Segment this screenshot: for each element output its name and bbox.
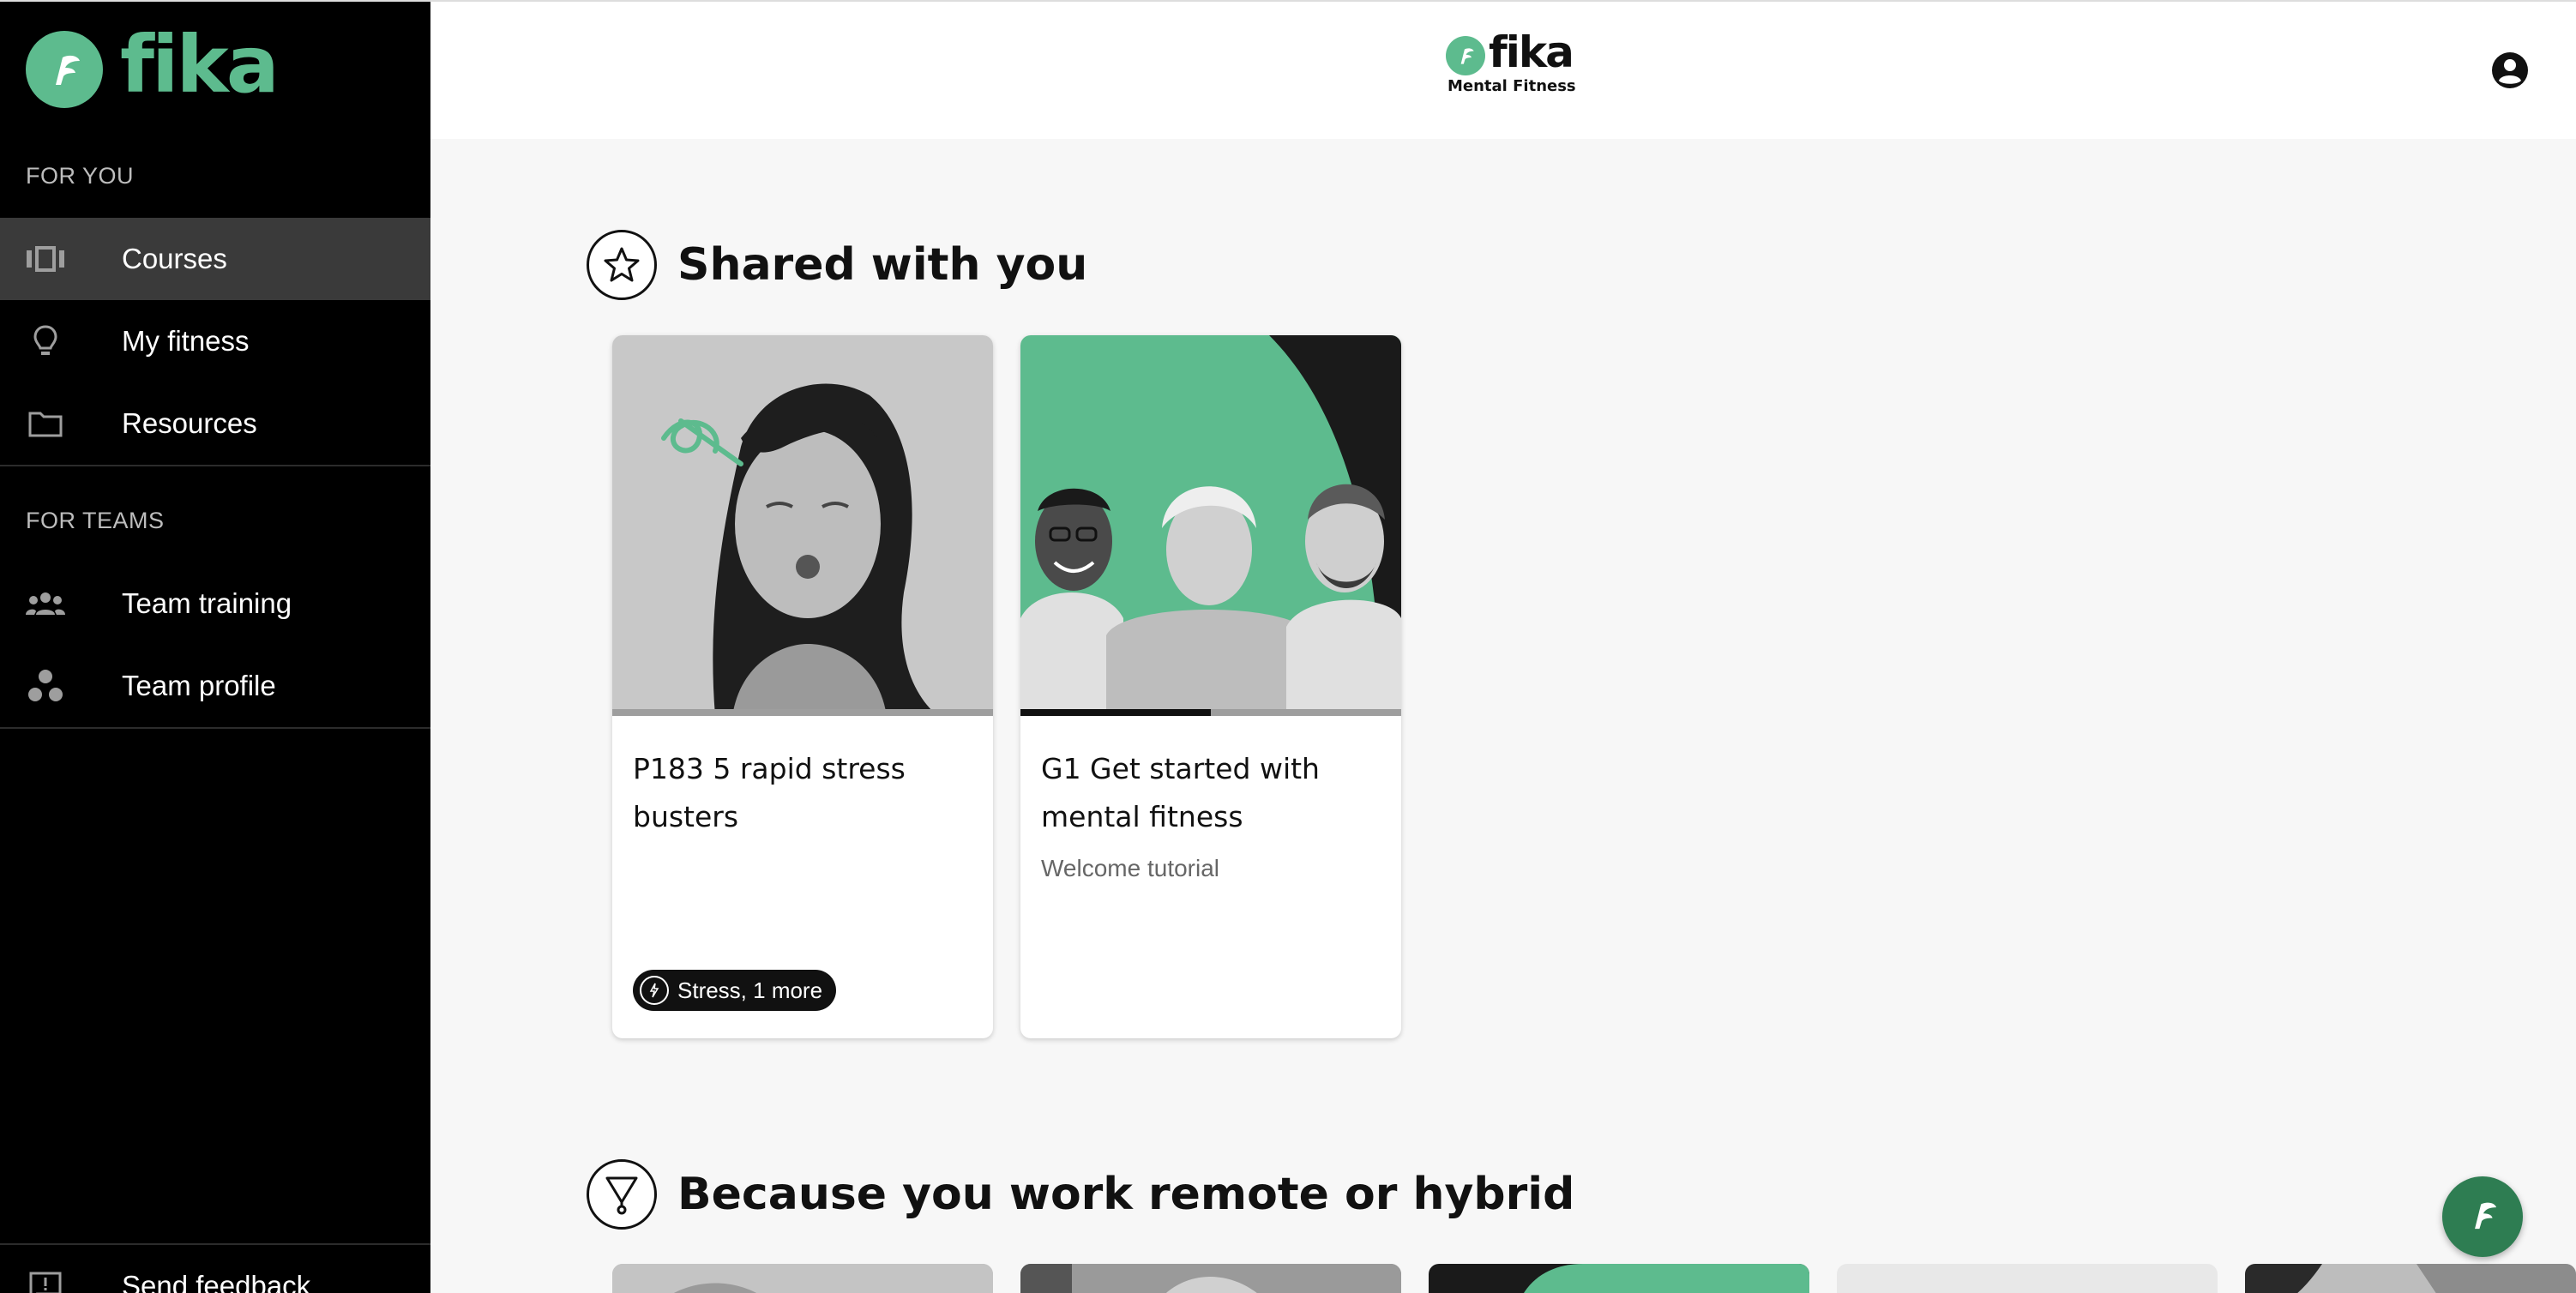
sidebar-divider <box>0 465 430 466</box>
section-label-for-you: FOR YOU <box>26 163 135 189</box>
sidebar-item-label: Team training <box>122 587 292 619</box>
star-icon <box>587 230 657 300</box>
section-title: Shared with you <box>677 239 1088 291</box>
courses-icon <box>22 236 69 282</box>
sidebar-item-team-profile[interactable]: Team profile <box>0 645 430 727</box>
sidebar-item-send-feedback[interactable]: Send feedback <box>0 1245 430 1293</box>
course-card[interactable] <box>1429 1264 1809 1293</box>
tag-label: Stress, 1 more <box>677 977 823 1003</box>
section-label-for-teams: FOR TEAMS <box>26 508 165 533</box>
account-icon[interactable] <box>2491 51 2529 89</box>
sidebar-item-label: My fitness <box>122 325 250 357</box>
course-card[interactable] <box>612 1264 993 1293</box>
tag-chip[interactable]: Stress, 1 more <box>633 970 837 1011</box>
feedback-icon <box>22 1263 69 1293</box>
section-header-remote: Because you work remote or hybrid <box>587 1159 1574 1230</box>
course-image <box>1020 335 1401 716</box>
course-progress <box>612 709 993 716</box>
course-subtitle: Welcome tutorial <box>1041 855 1220 881</box>
fika-chat-button[interactable] <box>2442 1176 2523 1257</box>
lightbulb-icon <box>22 318 69 364</box>
course-title: G1 Get started with mental fitness <box>1041 752 1320 833</box>
course-title: P183 5 rapid stress busters <box>633 752 906 833</box>
fika-logo[interactable]: fika <box>26 26 280 108</box>
section-header-shared: Shared with you <box>587 230 1087 300</box>
section-title: Because you work remote or hybrid <box>677 1169 1575 1220</box>
header-logo[interactable]: fika Mental Fitness <box>1446 31 1583 95</box>
course-card[interactable] <box>1837 1264 2218 1293</box>
stress-icon <box>640 976 669 1005</box>
group-icon <box>22 580 69 627</box>
sidebar: fika FOR YOU Courses My fitness Resource… <box>0 0 430 1293</box>
sidebar-item-label: Send feedback <box>122 1270 311 1293</box>
circles-icon <box>22 663 69 709</box>
filter-icon <box>587 1159 657 1230</box>
fika-leaf-icon <box>1446 36 1485 75</box>
sidebar-item-label: Resources <box>122 407 257 439</box>
fika-leaf-icon <box>26 31 103 108</box>
course-card[interactable] <box>1020 1264 1401 1293</box>
folder-icon <box>22 400 69 447</box>
sidebar-item-my-fitness[interactable]: My fitness <box>0 300 430 382</box>
logo-wordmark: fika <box>120 19 280 111</box>
course-image <box>612 335 993 716</box>
header-subtitle: Mental Fitness <box>1447 77 1576 95</box>
top-bar: fika Mental Fitness <box>430 0 2576 139</box>
course-progress <box>1020 709 1401 716</box>
course-card[interactable]: P183 5 rapid stress busters Stress, 1 mo… <box>612 335 993 1038</box>
course-card[interactable] <box>2245 1264 2576 1293</box>
sidebar-item-resources[interactable]: Resources <box>0 382 430 465</box>
header-wordmark: fika <box>1489 27 1574 77</box>
sidebar-divider <box>0 727 430 729</box>
course-card[interactable]: G1 Get started with mental fitness Welco… <box>1020 335 1401 1038</box>
fika-chat-icon <box>2461 1194 2504 1241</box>
sidebar-item-label: Team profile <box>122 670 276 701</box>
sidebar-item-courses[interactable]: Courses <box>0 218 430 300</box>
sidebar-item-team-training[interactable]: Team training <box>0 562 430 645</box>
sidebar-item-label: Courses <box>122 243 227 274</box>
